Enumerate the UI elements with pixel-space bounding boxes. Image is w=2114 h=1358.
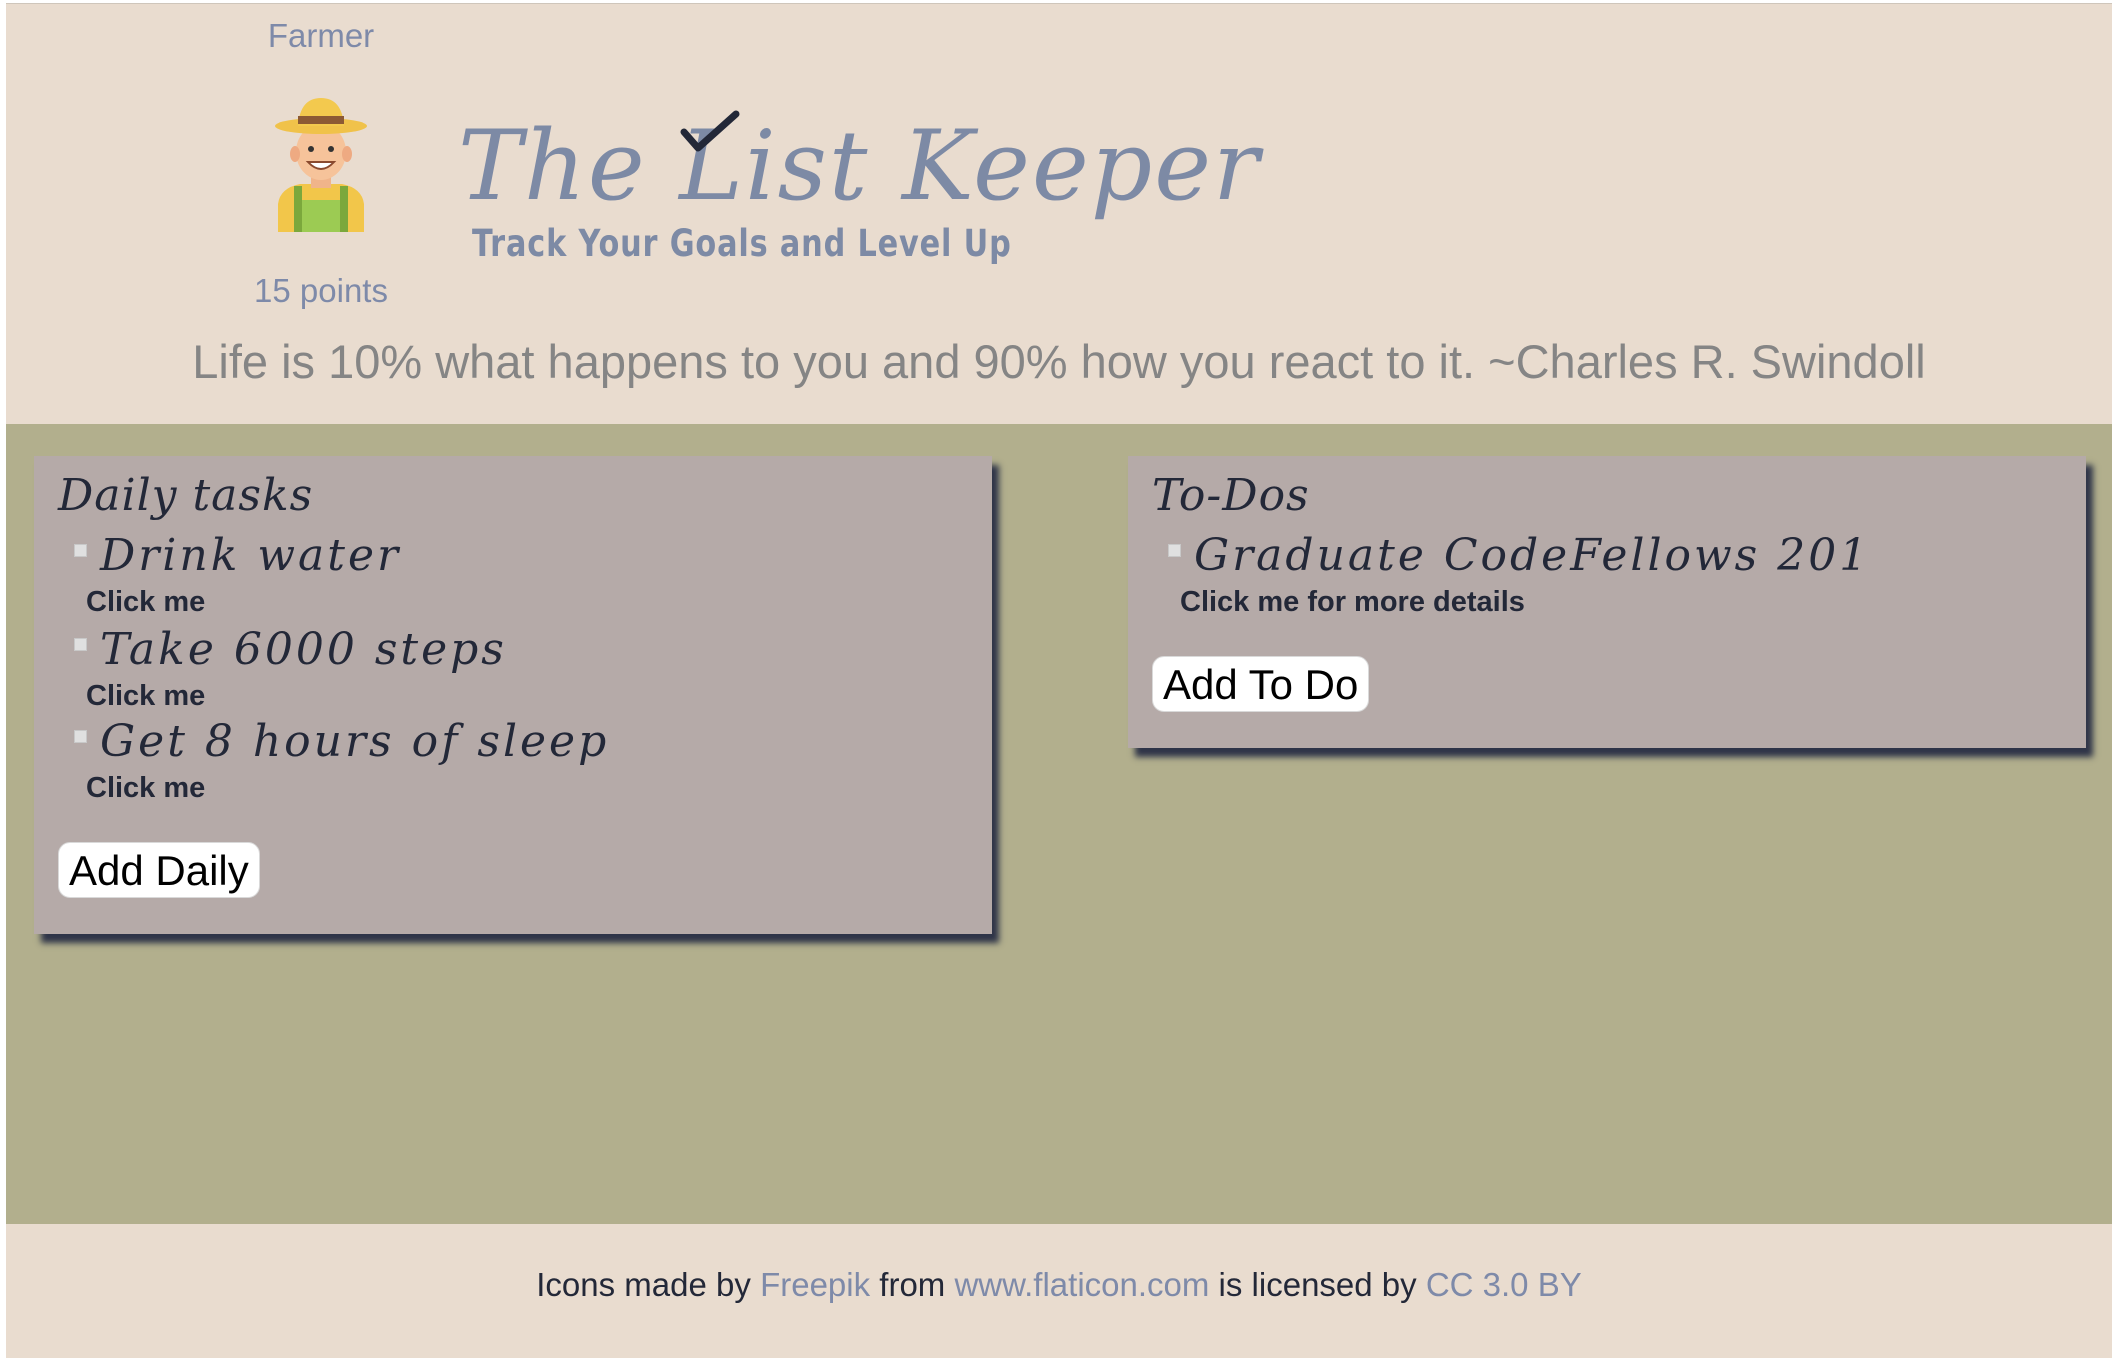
task-title: Graduate CodeFellows 201 — [1194, 530, 1871, 581]
points-label: 15 points — [254, 272, 388, 309]
square-bullet-icon — [74, 544, 87, 557]
logo-title: The List Keeper — [458, 110, 1261, 222]
square-bullet-icon — [1168, 544, 1181, 557]
footer-text: is licensed by — [1218, 1266, 1417, 1303]
checkmark-icon — [680, 110, 740, 152]
avatar-name: Farmer — [267, 17, 375, 54]
logo-subtitle: Track Your Goals and Level Up — [472, 222, 1012, 265]
footer-text: from — [879, 1266, 946, 1303]
square-bullet-icon — [74, 730, 87, 743]
task-details-link[interactable]: Click me for more details — [1180, 586, 1525, 619]
daily-tasks-title: Daily tasks — [58, 470, 314, 521]
task-click-link[interactable]: Click me — [86, 680, 205, 713]
task-title: Drink water — [100, 530, 402, 581]
license-link[interactable]: CC 3.0 BY — [1426, 1266, 1582, 1303]
task-title: Get 8 hours of sleep — [100, 716, 610, 767]
avatar-block: Farmer 15 points — [246, 16, 396, 309]
add-daily-button[interactable]: Add Daily — [58, 842, 260, 898]
page: Farmer 15 points The List Keeper Track Y… — [6, 3, 2112, 1358]
flaticon-link[interactable]: www.flaticon.com — [954, 1266, 1209, 1303]
freepik-link[interactable]: Freepik — [760, 1266, 870, 1303]
task-click-link[interactable]: Click me — [86, 772, 205, 805]
quote: Life is 10% what happens to you and 90% … — [192, 335, 1926, 388]
add-todo-button[interactable]: Add To Do — [1152, 656, 1370, 712]
daily-tasks-card: Daily tasks Drink water Click me Take 60… — [34, 456, 992, 934]
task-title: Take 6000 steps — [100, 624, 507, 675]
main-area: Daily tasks Drink water Click me Take 60… — [6, 424, 2112, 1224]
footer-text: Icons made by — [536, 1266, 751, 1303]
square-bullet-icon — [74, 638, 87, 651]
footer: Icons made by Freepik from www.flaticon.… — [6, 1266, 2112, 1304]
todos-card: To-Dos Graduate CodeFellows 201 Click me… — [1128, 456, 2086, 748]
todos-title: To-Dos — [1152, 470, 1310, 521]
farmer-avatar-icon — [275, 98, 367, 232]
logo: The List Keeper Track Your Goals and Lev… — [458, 106, 1259, 286]
task-click-link[interactable]: Click me — [86, 586, 205, 619]
